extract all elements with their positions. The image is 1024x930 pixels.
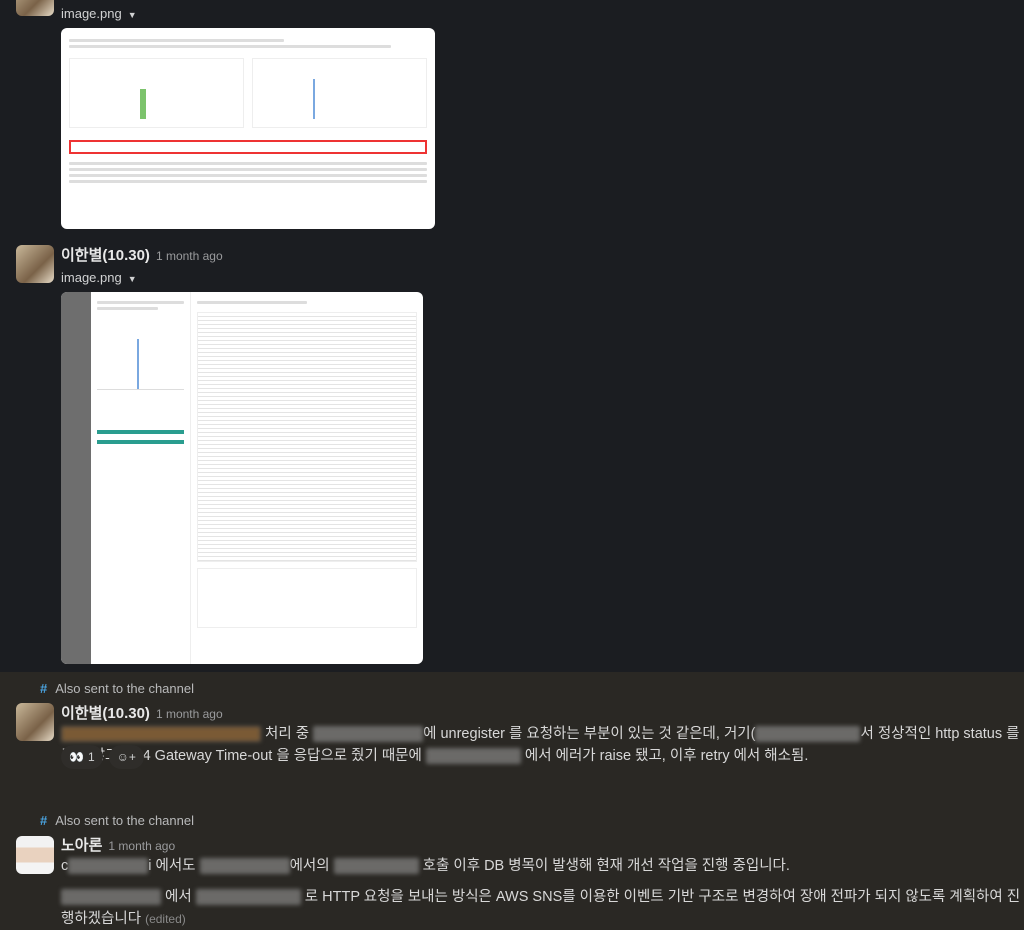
also-sent-label: # Also sent to the channel: [40, 813, 194, 828]
also-sent-text: Also sent to the channel: [55, 813, 194, 828]
chevron-down-icon[interactable]: ▼: [128, 10, 137, 20]
avatar[interactable]: [16, 703, 54, 741]
add-reaction-icon[interactable]: ☺+: [108, 745, 144, 769]
timestamp[interactable]: 1 month ago: [156, 249, 223, 263]
avatar[interactable]: [16, 836, 54, 874]
author-name[interactable]: 이한별(10.30): [61, 247, 150, 264]
channel-hash-icon: #: [40, 681, 48, 696]
file-header: image.png ▼: [61, 5, 137, 23]
avatar[interactable]: [16, 245, 54, 283]
message-text: 처리 중 에 unregister 를 요청하는 부분이 있는 것 같은데, 거…: [61, 726, 1020, 765]
author-name[interactable]: 노아론: [61, 837, 102, 854]
edited-label: (edited): [145, 912, 186, 926]
also-sent-label: # Also sent to the channel: [40, 681, 194, 696]
file-name[interactable]: image.png: [61, 270, 122, 285]
avatar[interactable]: [16, 0, 54, 16]
chevron-down-icon[interactable]: ▼: [128, 274, 137, 284]
also-sent-text: Also sent to the channel: [55, 681, 194, 696]
author-name[interactable]: 이한별(10.30): [61, 705, 150, 722]
reaction-eyes[interactable]: 👀 1: [61, 745, 103, 769]
timestamp[interactable]: 1 month ago: [108, 839, 175, 853]
channel-hash-icon: #: [40, 813, 48, 828]
message-text-line-1: ci 에서도 에서의 호출 이후 DB 병목이 발생해 현재 개선 작업을 진행…: [61, 858, 790, 875]
message-text-line-2: 에서 로 HTTP 요청을 보내는 방식은 AWS SNS를 이용한 이벤트 기…: [61, 889, 1021, 927]
image-attachment[interactable]: [61, 292, 423, 664]
timestamp[interactable]: 1 month ago: [156, 707, 223, 721]
image-attachment[interactable]: [61, 28, 435, 229]
file-name[interactable]: image.png: [61, 6, 122, 21]
